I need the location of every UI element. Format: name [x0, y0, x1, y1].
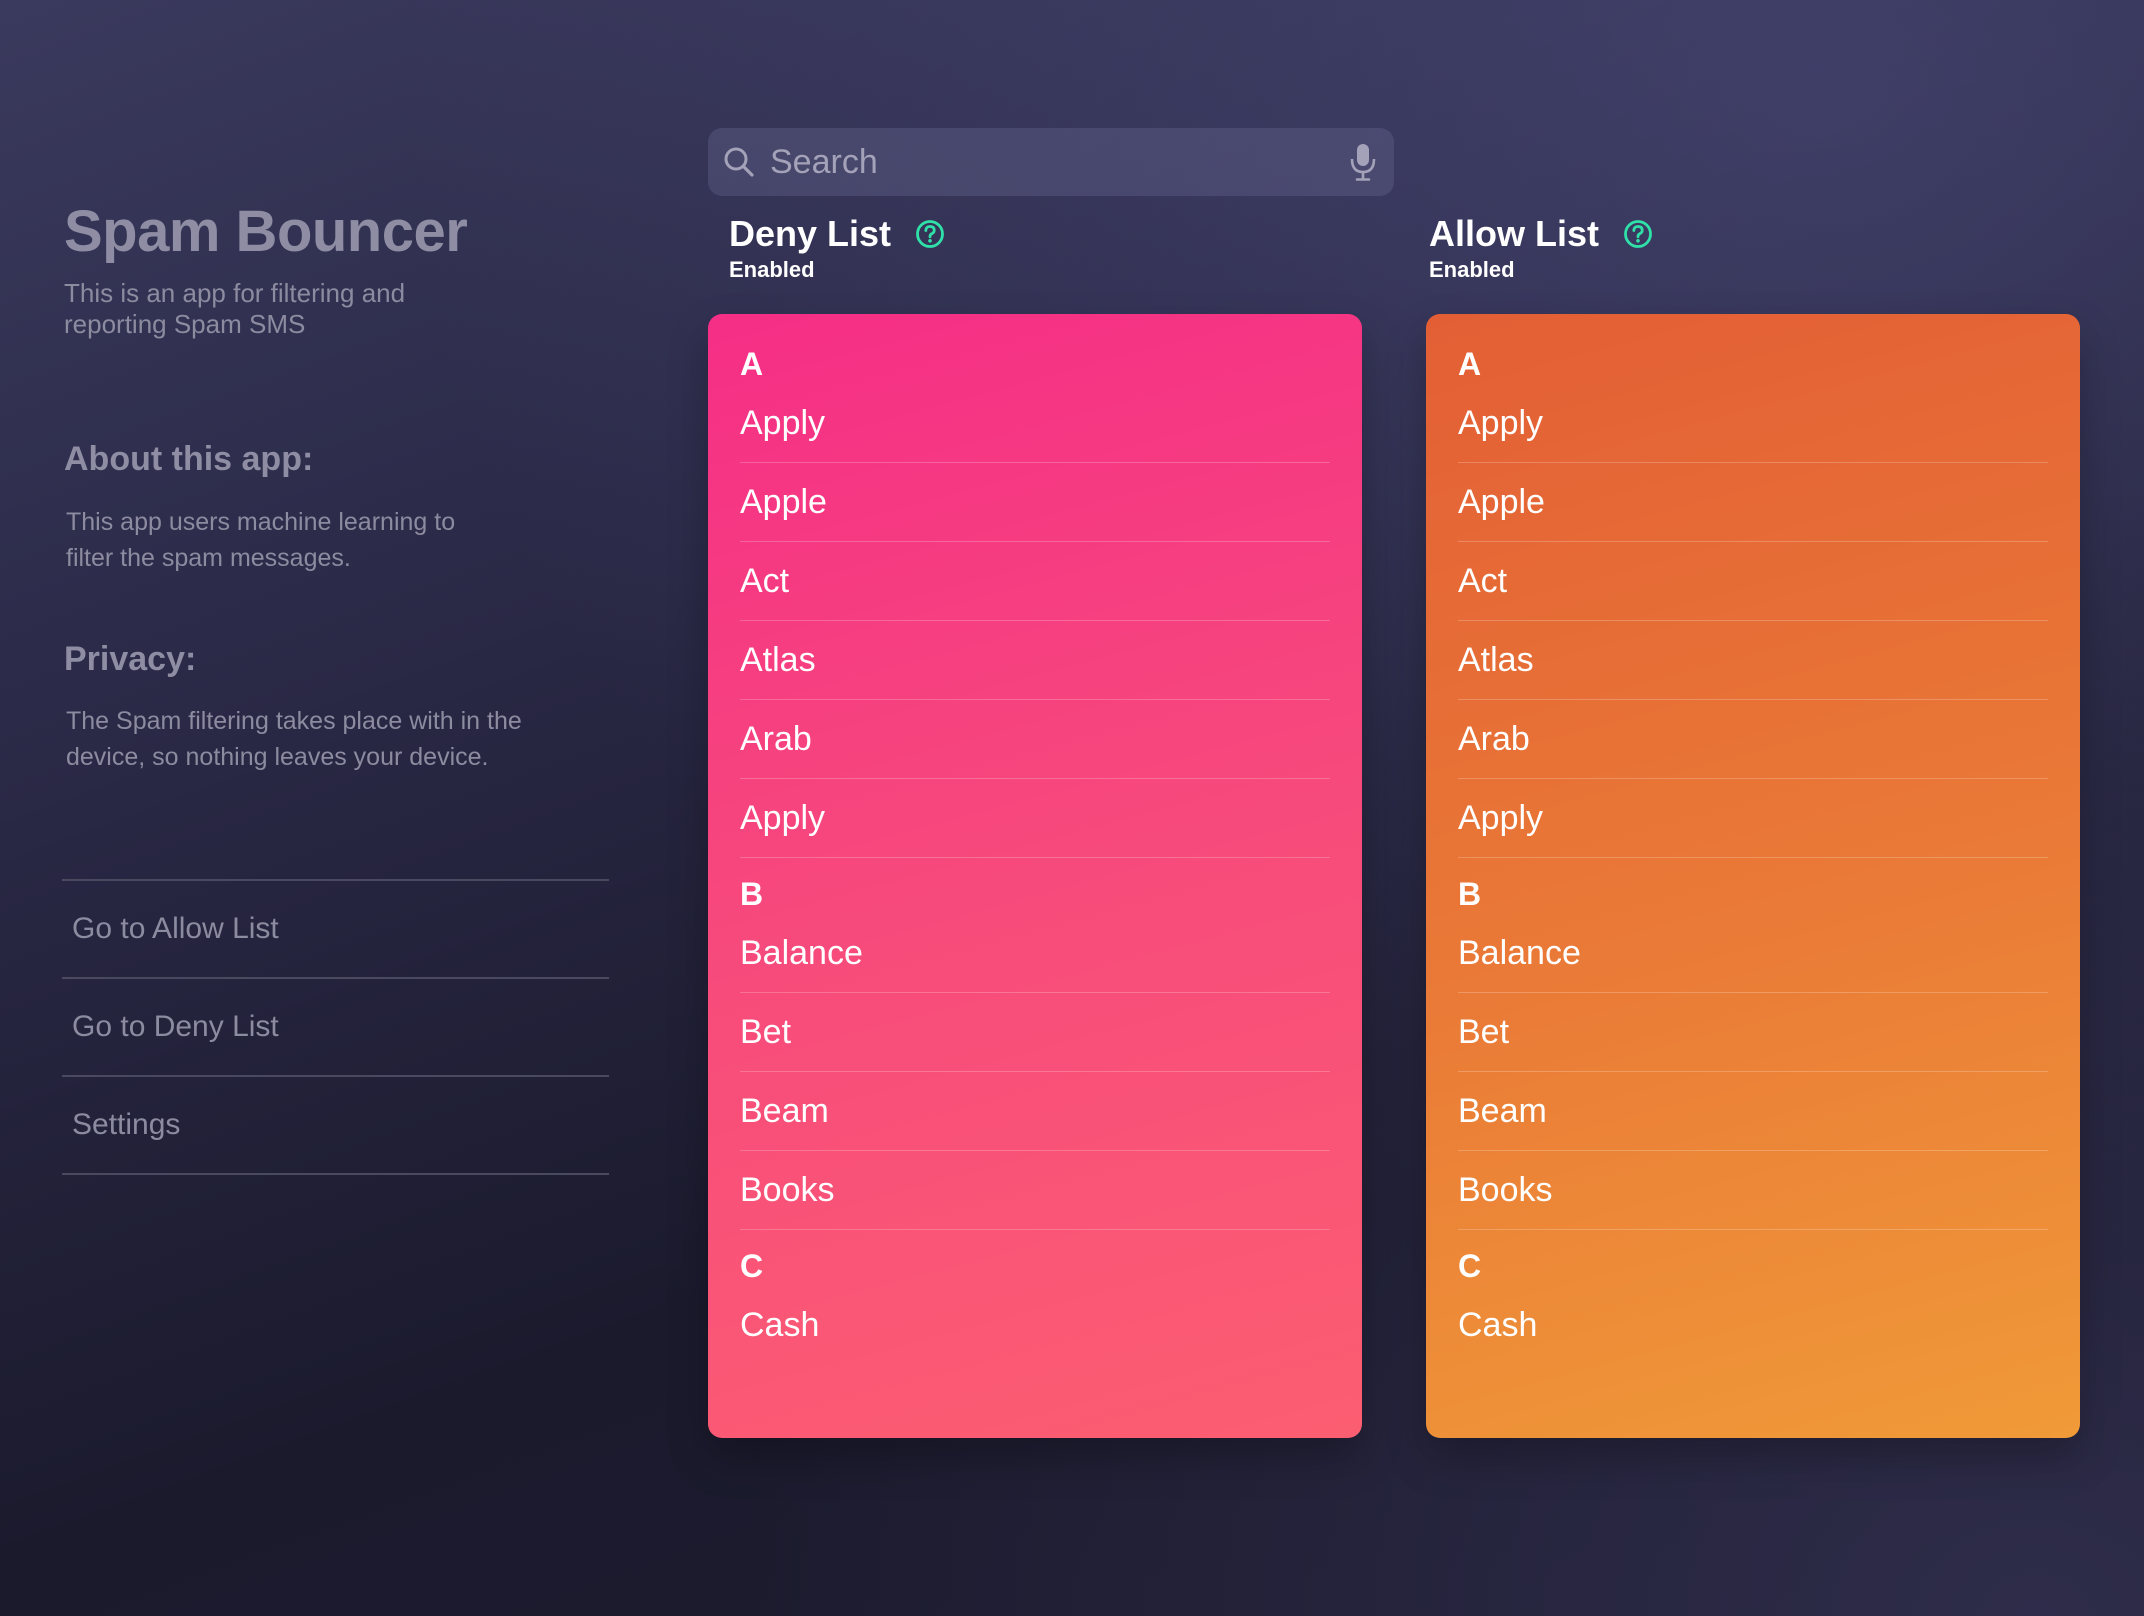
search-bar[interactable]: [708, 128, 1394, 196]
list-item[interactable]: Apply: [1458, 384, 2048, 463]
list-item[interactable]: Balance: [1458, 914, 2048, 993]
list-item[interactable]: Cash: [1458, 1286, 2048, 1365]
nav-item-go-to-deny-list[interactable]: Go to Deny List: [62, 979, 609, 1077]
allow-list-status: Enabled: [1429, 257, 1515, 282]
section-letter-c: C: [740, 1248, 764, 1284]
list-item[interactable]: Act: [1458, 542, 2048, 621]
list-item[interactable]: Beam: [740, 1072, 1330, 1151]
list-item[interactable]: Books: [740, 1151, 1330, 1230]
section-letter-b: B: [740, 876, 764, 912]
list-item[interactable]: Beam: [1458, 1072, 2048, 1151]
list-item[interactable]: Apply: [1458, 779, 2048, 858]
question-circle-icon[interactable]: [915, 219, 945, 249]
question-circle-icon[interactable]: [1623, 219, 1653, 249]
list-item[interactable]: Apple: [1458, 463, 2048, 542]
search-input[interactable]: [768, 141, 1346, 183]
list-item[interactable]: Bet: [740, 993, 1330, 1072]
list-item[interactable]: Arab: [740, 700, 1330, 779]
list-item[interactable]: Arab: [1458, 700, 2048, 779]
list-item[interactable]: Atlas: [740, 621, 1330, 700]
app-subtitle: This is an app for filtering and reporti…: [64, 277, 406, 339]
list-item[interactable]: Atlas: [1458, 621, 2048, 700]
section-letter-a: A: [1458, 346, 1482, 382]
deny-list-card: A Apply Apple Act Atlas Arab Apply B Bal…: [708, 314, 1362, 1438]
list-item[interactable]: Act: [740, 542, 1330, 621]
list-item[interactable]: Bet: [1458, 993, 2048, 1072]
allow-list-card: A Apply Apple Act Atlas Arab Apply B Bal…: [1426, 314, 2080, 1438]
section-letter-a: A: [740, 346, 764, 382]
section-letter-c: C: [1458, 1248, 1482, 1284]
section-letter-b: B: [1458, 876, 1482, 912]
nav-item-settings[interactable]: Settings: [62, 1077, 609, 1175]
deny-list-status: Enabled: [729, 257, 815, 282]
privacy-text: The Spam filtering takes place with in t…: [66, 707, 522, 771]
app-title: Spam Bouncer: [64, 199, 468, 264]
allow-list-header: Allow List Enabled: [1429, 213, 1653, 283]
deny-list-title: Deny List: [729, 213, 892, 254]
nav-list: Go to Allow List Go to Deny List Setting…: [62, 879, 609, 1175]
list-item[interactable]: Apply: [740, 384, 1330, 463]
list-item[interactable]: Cash: [740, 1286, 1330, 1365]
allow-list-title: Allow List: [1429, 213, 1599, 254]
nav-item-go-to-allow-list[interactable]: Go to Allow List: [62, 881, 609, 979]
microphone-icon[interactable]: [1346, 144, 1380, 181]
list-item[interactable]: Apple: [740, 463, 1330, 542]
list-item[interactable]: Books: [1458, 1151, 2048, 1230]
sidebar: Spam Bouncer This is an app for filterin…: [62, 199, 609, 1175]
magnifying-glass-icon: [722, 145, 756, 179]
list-item[interactable]: Apply: [740, 779, 1330, 858]
about-heading: About this app:: [64, 440, 314, 478]
deny-list-header: Deny List Enabled: [729, 213, 945, 283]
list-item[interactable]: Balance: [740, 914, 1330, 993]
about-text: This app users machine learning to filte…: [66, 508, 456, 572]
privacy-heading: Privacy:: [64, 640, 197, 678]
